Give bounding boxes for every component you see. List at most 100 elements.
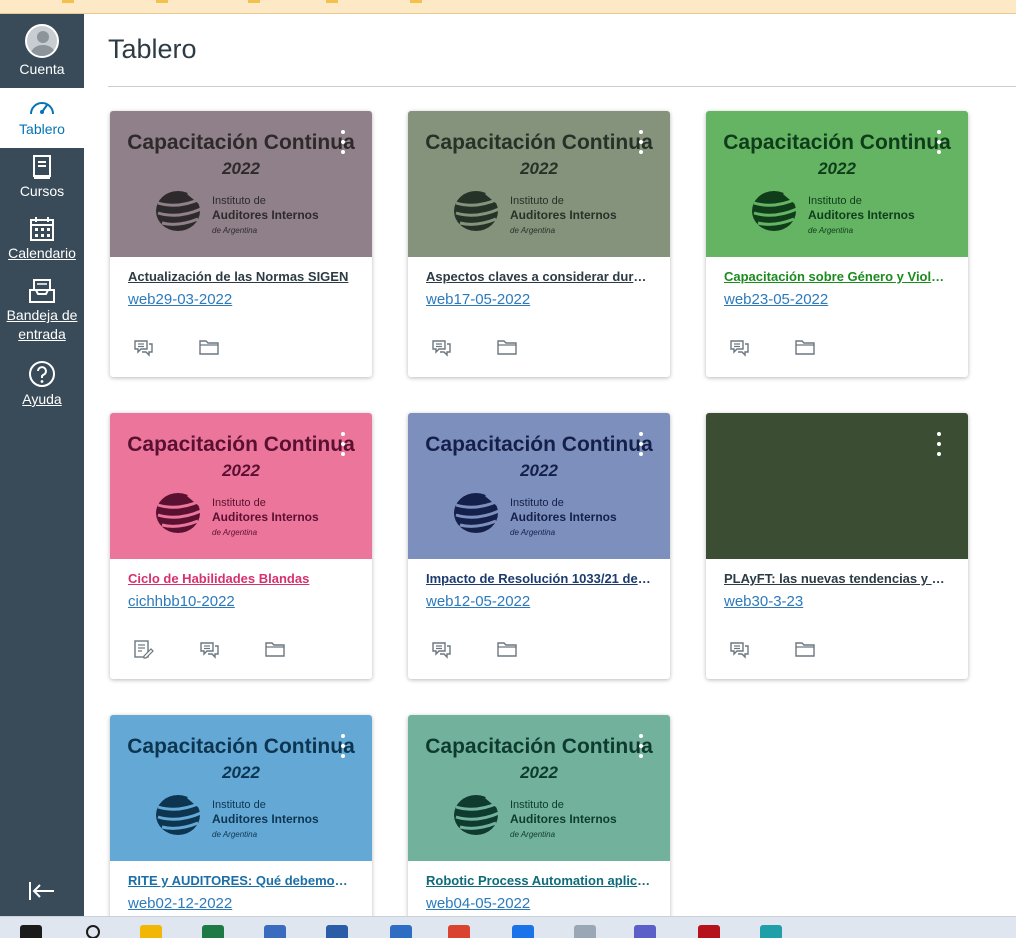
nav-help-label: Ayuda: [22, 391, 62, 407]
course-code[interactable]: cichhbb10-2022: [128, 593, 235, 610]
course-code[interactable]: web17-05-2022: [426, 291, 530, 308]
hero-title: Capacitación Continua: [425, 131, 653, 154]
logo-line-2: Auditores Internos: [212, 510, 319, 524]
logo-line-1: Instituto de: [212, 497, 266, 509]
course-card[interactable]: Capacitación Continua 2022 Instituto de …: [408, 413, 670, 679]
kebab-menu-icon[interactable]: [636, 431, 646, 457]
nav-dashboard[interactable]: Tablero: [0, 88, 84, 148]
course-code[interactable]: web12-05-2022: [426, 593, 530, 610]
logo-line-3: de Argentina: [212, 226, 258, 235]
folder-icon[interactable]: [198, 337, 220, 357]
hero-title: Capacitación Continua: [127, 433, 355, 456]
course-card[interactable]: Capacitación Continua 2022 Instituto de …: [408, 715, 670, 938]
card-hero[interactable]: Capacitación Continua 2022 Instituto de …: [408, 413, 670, 559]
kebab-menu-icon[interactable]: [636, 129, 646, 155]
discussions-icon[interactable]: [430, 639, 452, 659]
folder-icon[interactable]: [794, 639, 816, 659]
course-title[interactable]: Capacitación sobre Género y Violencia: [724, 269, 950, 284]
folder-icon[interactable]: [496, 337, 518, 357]
hero-title: Capacitación Continua: [127, 131, 355, 154]
course-card[interactable]: Capacitación Continua 2022 Instituto de …: [408, 111, 670, 377]
card-hero[interactable]: Capacitación Continua 2022 Instituto de …: [110, 413, 372, 559]
kebab-menu-icon[interactable]: [338, 431, 348, 457]
logo-line-1: Instituto de: [510, 497, 564, 509]
course-title[interactable]: RITE y AUDITORES: Qué debemos saber: [128, 873, 354, 888]
kebab-menu-icon[interactable]: [636, 733, 646, 759]
hero-year: 2022: [222, 461, 260, 480]
nav-calendar[interactable]: Calendario: [0, 216, 84, 266]
file-explorer-icon[interactable]: [140, 925, 162, 938]
hero-year: 2022: [520, 763, 558, 782]
card-hero[interactable]: [706, 413, 968, 559]
app-icon[interactable]: [264, 925, 286, 938]
course-code[interactable]: web30-3-23: [724, 593, 803, 610]
course-title[interactable]: Actualización de las Normas SIGEN: [128, 269, 354, 284]
logo-line-2: Auditores Internos: [510, 208, 617, 222]
kebab-menu-icon[interactable]: [338, 129, 348, 155]
search-icon[interactable]: [86, 925, 100, 938]
card-hero[interactable]: Capacitación Continua 2022 Instituto de …: [706, 111, 968, 257]
acrobat-icon[interactable]: [698, 925, 720, 938]
security-icon[interactable]: [390, 925, 412, 938]
course-code[interactable]: web23-05-2022: [724, 291, 828, 308]
course-card[interactable]: Capacitación Continua 2022 Instituto de …: [706, 111, 968, 377]
course-card[interactable]: Capacitación Continua 2022 Instituto de …: [110, 715, 372, 938]
calendar-icon: [30, 217, 54, 241]
course-title[interactable]: Ciclo de Habilidades Blandas: [128, 571, 354, 586]
course-title[interactable]: Aspectos claves a considerar durante: [426, 269, 652, 284]
assignments-icon[interactable]: [132, 639, 154, 659]
discussions-icon[interactable]: [430, 337, 452, 357]
logo-line-1: Instituto de: [212, 799, 266, 811]
logo-line-2: Auditores Internos: [510, 510, 617, 524]
folder-icon[interactable]: [794, 337, 816, 357]
word-icon[interactable]: [326, 925, 348, 938]
kebab-menu-icon[interactable]: [338, 733, 348, 759]
institute-logo-icon: [156, 493, 202, 533]
course-title[interactable]: Impacto de Resolución 1033/21 de la: [426, 571, 652, 586]
nav-account[interactable]: Cuenta: [0, 24, 84, 80]
logo-line-3: de Argentina: [510, 226, 556, 235]
windows-start-icon[interactable]: [20, 925, 42, 938]
course-code[interactable]: web29-03-2022: [128, 291, 232, 308]
nav-dashboard-label: Tablero: [19, 121, 65, 137]
course-code[interactable]: web02-12-2022: [128, 895, 232, 912]
logo-line-3: de Argentina: [808, 226, 854, 235]
discussions-icon[interactable]: [198, 639, 220, 659]
discussions-icon[interactable]: [728, 639, 750, 659]
kebab-menu-icon[interactable]: [934, 129, 944, 155]
folder-icon[interactable]: [264, 639, 286, 659]
nav-account-label: Cuenta: [19, 61, 65, 77]
institute-logo: Instituto de Auditores Internos de Argen…: [452, 793, 632, 843]
course-card[interactable]: PLAyFT: las nuevas tendencias y claves w…: [706, 413, 968, 679]
institute-logo: Instituto de Auditores Internos de Argen…: [154, 491, 334, 541]
hero-title: Capacitación Continua: [425, 735, 653, 758]
excel-icon[interactable]: [202, 925, 224, 938]
hero-year: 2022: [818, 159, 856, 178]
chrome-icon[interactable]: [448, 925, 470, 938]
institute-logo: Instituto de Auditores Internos de Argen…: [452, 189, 632, 239]
nav-courses[interactable]: Cursos: [0, 154, 84, 204]
card-hero[interactable]: Capacitación Continua 2022 Instituto de …: [408, 715, 670, 861]
collapse-sidebar-icon[interactable]: [28, 880, 56, 902]
teams-icon[interactable]: [634, 925, 656, 938]
card-hero[interactable]: Capacitación Continua 2022 Instituto de …: [408, 111, 670, 257]
user-avatar-icon: [25, 24, 59, 58]
edge-icon[interactable]: [760, 925, 782, 938]
discussions-icon[interactable]: [728, 337, 750, 357]
logo-line-3: de Argentina: [212, 528, 258, 537]
course-title[interactable]: PLAyFT: las nuevas tendencias y claves: [724, 571, 950, 586]
card-hero[interactable]: Capacitación Continua 2022 Instituto de …: [110, 111, 372, 257]
folder-icon[interactable]: [496, 639, 518, 659]
discussions-icon[interactable]: [132, 337, 154, 357]
kebab-menu-icon[interactable]: [934, 431, 944, 457]
course-card[interactable]: Capacitación Continua 2022 Instituto de …: [110, 413, 372, 679]
course-title[interactable]: Robotic Process Automation aplicada: [426, 873, 652, 888]
app-icon[interactable]: [574, 925, 596, 938]
course-card[interactable]: Capacitación Continua 2022 Instituto de …: [110, 111, 372, 377]
app-icon[interactable]: [512, 925, 534, 938]
logo-line-3: de Argentina: [212, 830, 258, 839]
card-hero[interactable]: Capacitación Continua 2022 Instituto de …: [110, 715, 372, 861]
nav-help[interactable]: Ayuda: [0, 360, 84, 410]
nav-inbox[interactable]: Bandeja de entrada: [0, 278, 84, 348]
course-code[interactable]: web04-05-2022: [426, 895, 530, 912]
